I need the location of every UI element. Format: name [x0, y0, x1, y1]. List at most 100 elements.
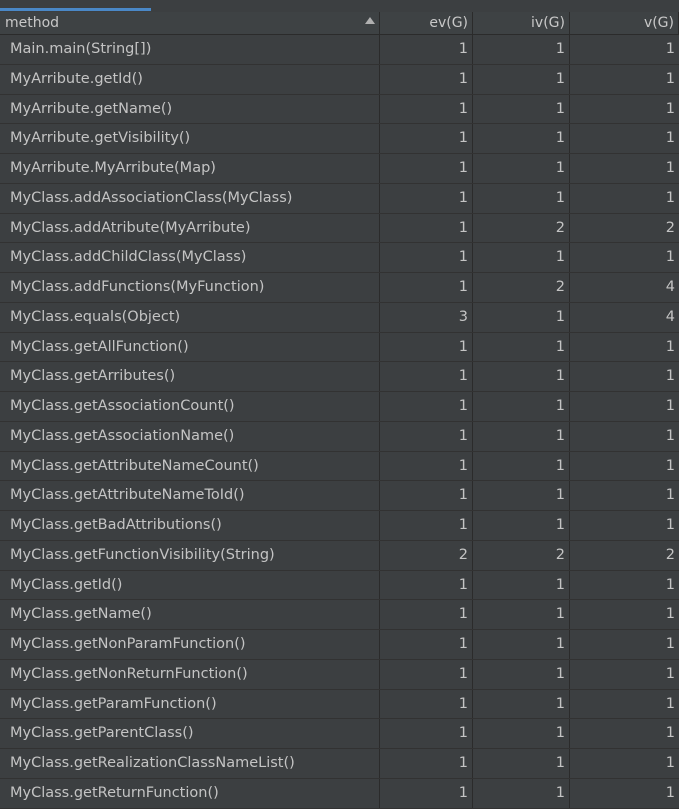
cell-method: MyClass.getAllFunction()	[0, 332, 380, 362]
cell-iv: 2	[473, 273, 570, 302]
cell-method: MyClass.addChildClass(MyClass)	[0, 243, 380, 272]
cell-v: 1	[665, 70, 675, 87]
cell-ev: 1	[380, 362, 473, 391]
cell-ev: 1	[380, 332, 473, 362]
cell-ev: 1	[380, 421, 473, 451]
cell-v: 1	[665, 398, 675, 414]
cell-iv: 1	[473, 332, 570, 362]
cell-v: 1	[665, 695, 675, 712]
cell-iv: 1	[473, 451, 570, 481]
cell-method: MyClass.getBadAttributions()	[0, 511, 380, 540]
table-row[interactable]: MyClass.getAttributeNameCount() 1 1 1	[0, 451, 679, 482]
cell-v: 1	[665, 606, 675, 623]
table-row[interactable]: MyClass.addFunctions(MyFunction) 1 2 4	[0, 273, 679, 303]
active-tab-indicator[interactable]	[0, 8, 151, 11]
cell-ev: 1	[380, 600, 473, 629]
table-row[interactable]: MyClass.getBadAttributions() 1 1 1	[0, 511, 679, 541]
cell-method: MyClass.getReturnFunction()	[0, 778, 380, 808]
cell-ev: 1	[380, 94, 473, 124]
cell-ev: 1	[380, 392, 473, 421]
cell-v: 1	[665, 636, 675, 652]
cell-method: MyClass.addAtribute(MyArribute)	[0, 213, 380, 243]
table-row[interactable]: MyClass.addAssociationClass(MyClass) 1 1 1	[0, 183, 679, 214]
cell-ev: 1	[380, 749, 473, 778]
cell-iv: 1	[473, 35, 570, 64]
column-header-iv[interactable]: iv(G)	[473, 12, 570, 34]
table-row[interactable]: MyClass.getAttributeNameToId() 1 1 1	[0, 481, 679, 511]
table-row[interactable]: MyClass.getArributes() 1 1 1	[0, 362, 679, 392]
cell-method: MyClass.getFunctionVisibility(String)	[0, 540, 380, 570]
cell-v: 1	[665, 725, 675, 742]
cell-method: MyArribute.getVisibility()	[0, 124, 380, 153]
table-row[interactable]: MyClass.getReturnFunction() 1 1 1	[0, 778, 679, 809]
sort-ascending-icon	[365, 17, 375, 24]
table-row[interactable]: MyArribute.getName() 1 1 1	[0, 94, 679, 125]
cell-ev: 3	[380, 302, 473, 332]
table-row[interactable]: MyClass.getParamFunction() 1 1 1	[0, 689, 679, 720]
cell-iv: 1	[473, 421, 570, 451]
cell-v: 4	[665, 308, 675, 325]
cell-method: MyArribute.MyArribute(Map)	[0, 154, 380, 183]
cell-method: MyClass.equals(Object)	[0, 302, 380, 332]
table-row[interactable]: MyClass.getAssociationName() 1 1 1	[0, 421, 679, 452]
cell-ev: 2	[380, 540, 473, 570]
table-row[interactable]: MyClass.getAssociationCount() 1 1 1	[0, 392, 679, 422]
table-row[interactable]: MyClass.getNonReturnFunction() 1 1 1	[0, 659, 679, 690]
cell-v: 4	[665, 279, 675, 295]
cell-iv: 1	[473, 154, 570, 183]
column-header-v[interactable]: v(G)	[570, 12, 679, 34]
metrics-table: method ev(G) iv(G) v(G) Main.main(String…	[0, 12, 679, 809]
table-row[interactable]: MyClass.getNonParamFunction() 1 1 1	[0, 630, 679, 660]
cell-ev: 1	[380, 213, 473, 243]
table-row[interactable]: MyClass.addChildClass(MyClass) 1 1 1	[0, 243, 679, 273]
table-row[interactable]: MyClass.getParentClass() 1 1 1	[0, 719, 679, 749]
cell-v: 2	[665, 219, 675, 236]
cell-ev: 1	[380, 35, 473, 64]
cell-v: 1	[665, 665, 675, 682]
table-row[interactable]: MyArribute.getId() 1 1 1	[0, 64, 679, 95]
cell-iv: 1	[473, 124, 570, 153]
table-row[interactable]: MyClass.getFunctionVisibility(String) 2 2 2	[0, 540, 679, 571]
cell-v: 1	[665, 457, 675, 474]
table-row[interactable]: MyClass.equals(Object) 3 1 4	[0, 302, 679, 333]
column-header-ev[interactable]: ev(G)	[380, 12, 473, 34]
cell-method: MyClass.getArributes()	[0, 362, 380, 391]
cell-ev: 1	[380, 659, 473, 689]
cell-v: 1	[665, 338, 675, 355]
cell-iv: 1	[473, 630, 570, 659]
cell-method: MyClass.getAttributeNameToId()	[0, 481, 380, 510]
cell-method: MyClass.addFunctions(MyFunction)	[0, 273, 380, 302]
table-row[interactable]: MyClass.getRealizationClassNameList() 1 1 1	[0, 749, 679, 779]
cell-iv: 2	[473, 540, 570, 570]
cell-ev: 1	[380, 481, 473, 510]
cell-v: 1	[665, 784, 675, 801]
column-header-method[interactable]: method	[0, 12, 380, 34]
cell-iv: 1	[473, 659, 570, 689]
column-header-method-label: method	[5, 15, 60, 31]
table-row[interactable]: MyClass.addAtribute(MyArribute) 1 2 2	[0, 213, 679, 244]
cell-ev: 1	[380, 273, 473, 302]
table-row[interactable]: MyArribute.MyArribute(Map) 1 1 1	[0, 154, 679, 184]
cell-iv: 1	[473, 719, 570, 748]
cell-ev: 1	[380, 778, 473, 808]
table-row[interactable]: MyArribute.getVisibility() 1 1 1	[0, 124, 679, 154]
cell-method: MyClass.getAttributeNameCount()	[0, 451, 380, 481]
cell-method: MyArribute.getId()	[0, 64, 380, 94]
cell-iv: 1	[473, 243, 570, 272]
cell-iv: 1	[473, 511, 570, 540]
cell-iv: 1	[473, 778, 570, 808]
cell-method: MyClass.getParamFunction()	[0, 689, 380, 719]
cell-iv: 1	[473, 94, 570, 124]
cell-ev: 1	[380, 64, 473, 94]
table-row[interactable]: MyClass.getId() 1 1 1	[0, 570, 679, 601]
cell-ev: 1	[380, 243, 473, 272]
cell-v: 1	[665, 755, 675, 771]
cell-v: 1	[665, 427, 675, 444]
cell-iv: 2	[473, 213, 570, 243]
cell-method: MyClass.addAssociationClass(MyClass)	[0, 183, 380, 213]
table-row[interactable]: MyClass.getAllFunction() 1 1 1	[0, 332, 679, 363]
cell-v: 1	[665, 517, 675, 533]
cell-iv: 1	[473, 689, 570, 719]
table-row[interactable]: MyClass.getName() 1 1 1	[0, 600, 679, 630]
table-row[interactable]: Main.main(String[]) 1 1 1	[0, 35, 679, 65]
